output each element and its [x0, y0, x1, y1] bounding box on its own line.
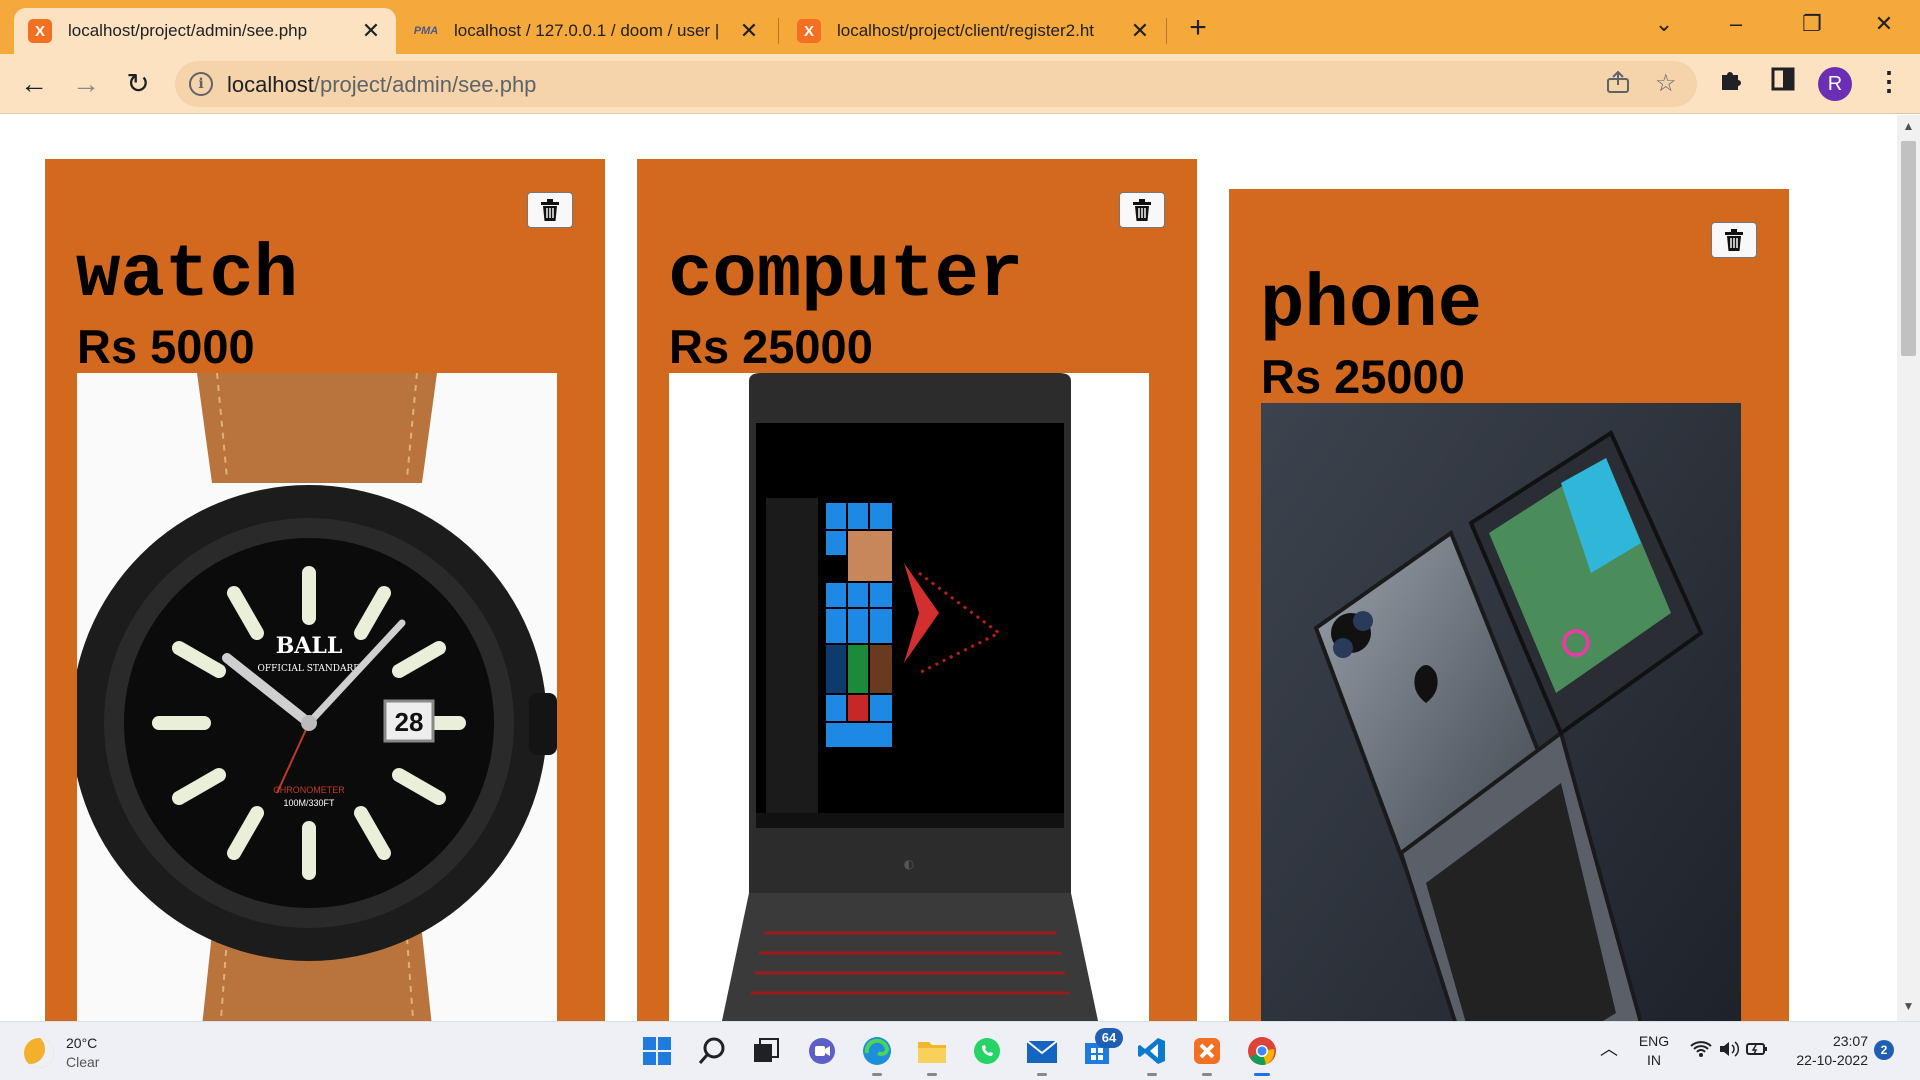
system-clock[interactable]: 23:07 22-10-2022: [1790, 1032, 1868, 1070]
watch-chronometer-text: CHRONOMETER: [273, 785, 345, 795]
page-viewport: watch Rs 5000 BALL OFFICIAL STANDARD 28 …: [0, 115, 1897, 1021]
mail-icon[interactable]: [1025, 1034, 1059, 1076]
browser-toolbar: ← → ↻ i localhost/project/admin/see.php …: [0, 54, 1920, 114]
bookmark-star-icon[interactable]: ☆: [1655, 69, 1677, 98]
trash-icon: [1133, 199, 1151, 221]
clock-time: 23:07: [1832, 1033, 1868, 1049]
xampp-icon[interactable]: [1190, 1034, 1224, 1076]
windows-taskbar: 20°C Clear 64 ︿ ENG IN 23:07 22-10-2022 …: [0, 1021, 1920, 1080]
clock-date: 22-10-2022: [1796, 1052, 1868, 1068]
tab-see-php[interactable]: X localhost/project/admin/see.php ✕: [14, 8, 396, 54]
product-price: Rs 25000: [1261, 350, 1465, 403]
language-code: ENG: [1638, 1033, 1670, 1049]
store-notification-badge: 64: [1095, 1028, 1123, 1048]
tab-phpmyadmin[interactable]: PMA localhost / 127.0.0.1 / doom / user …: [400, 8, 774, 54]
product-card: watch Rs 5000 BALL OFFICIAL STANDARD 28 …: [45, 159, 605, 1021]
restore-icon[interactable]: ❐: [1792, 6, 1832, 42]
share-icon[interactable]: [1605, 69, 1631, 102]
product-name: watch: [76, 234, 299, 318]
scroll-up-icon[interactable]: ▲: [1897, 119, 1920, 139]
scroll-down-icon[interactable]: ▼: [1897, 999, 1920, 1019]
trash-icon: [541, 199, 559, 221]
svg-text:◐: ◐: [904, 857, 914, 871]
search-icon[interactable]: [695, 1034, 729, 1068]
back-icon[interactable]: ←: [14, 64, 54, 104]
extensions-icon[interactable]: [1718, 66, 1744, 99]
tab-title: localhost / 127.0.0.1 / doom / user |: [454, 21, 720, 40]
address-bar[interactable]: i localhost/project/admin/see.php ☆: [175, 61, 1697, 107]
whatsapp-icon[interactable]: [970, 1034, 1004, 1068]
wifi-icon[interactable]: [1690, 1040, 1712, 1063]
close-window-icon[interactable]: ✕: [1864, 6, 1904, 42]
scrollbar-thumb[interactable]: [1901, 141, 1916, 356]
show-hidden-icons[interactable]: ︿: [1600, 1040, 1618, 1059]
site-info-icon[interactable]: i: [189, 72, 213, 96]
close-tab-icon[interactable]: ✕: [360, 18, 382, 44]
close-tab-icon[interactable]: ✕: [738, 18, 760, 44]
product-card: computer Rs 25000 ◐: [637, 159, 1197, 1021]
tab-separator: [1166, 18, 1167, 44]
tab-title: localhost/project/client/register2.ht: [837, 21, 1095, 40]
tab-title: localhost/project/admin/see.php: [68, 21, 308, 40]
vscode-icon[interactable]: [1135, 1034, 1169, 1076]
trash-icon: [1725, 229, 1743, 251]
watch-date-text: 28: [395, 707, 424, 737]
minimize-icon[interactable]: –: [1716, 6, 1756, 42]
page-scrollbar[interactable]: ▲ ▼: [1897, 115, 1920, 1021]
tab-strip: X localhost/project/admin/see.php ✕ PMA …: [0, 0, 1920, 54]
new-tab-button[interactable]: +: [1180, 8, 1216, 48]
profile-avatar[interactable]: R: [1818, 67, 1852, 101]
notification-badge[interactable]: 2: [1874, 1040, 1894, 1060]
watch-brand-text: BALL: [276, 633, 343, 659]
phpmyadmin-favicon-icon: PMA: [413, 25, 439, 37]
close-tab-icon[interactable]: ✕: [1129, 18, 1151, 44]
running-indicator: [1147, 1073, 1157, 1076]
url-host: localhost: [227, 72, 314, 97]
product-image-watch: BALL OFFICIAL STANDARD 28 CHRONOMETER 10…: [77, 373, 557, 1021]
delete-button[interactable]: [527, 192, 573, 228]
moon-icon: [24, 1038, 54, 1068]
start-icon[interactable]: [640, 1034, 674, 1068]
running-indicator: [1037, 1073, 1047, 1076]
weather-desc: Clear: [66, 1054, 100, 1070]
forward-icon[interactable]: →: [66, 64, 106, 104]
region-code: IN: [1647, 1052, 1661, 1068]
product-image-computer: ◐: [669, 373, 1149, 1021]
running-indicator: [1202, 1073, 1212, 1076]
battery-icon[interactable]: [1746, 1040, 1768, 1063]
tab-register2[interactable]: X localhost/project/client/register2.ht …: [783, 8, 1165, 54]
chrome-icon[interactable]: [1245, 1034, 1279, 1076]
product-card: phone Rs 25000: [1229, 189, 1789, 1021]
xampp-favicon-icon: X: [28, 19, 52, 43]
reload-icon[interactable]: ↻: [118, 64, 158, 104]
volume-icon[interactable]: [1718, 1040, 1740, 1063]
tab-separator: [778, 18, 779, 44]
address-url[interactable]: localhost/project/admin/see.php: [227, 72, 536, 98]
delete-button[interactable]: [1119, 192, 1165, 228]
weather-widget[interactable]: 20°C Clear: [24, 1034, 99, 1072]
tab-search-icon[interactable]: ⌄: [1644, 6, 1684, 42]
edge-browser-icon[interactable]: [860, 1034, 894, 1076]
delete-button[interactable]: [1711, 222, 1757, 258]
file-explorer-icon[interactable]: [915, 1034, 949, 1076]
running-indicator: [927, 1073, 937, 1076]
browser-menu-icon[interactable]: ⋮: [1876, 66, 1902, 97]
xampp-favicon-icon: X: [797, 19, 821, 43]
running-indicator: [872, 1073, 882, 1076]
product-price: Rs 25000: [669, 320, 873, 373]
product-image-phone: [1261, 403, 1741, 1021]
product-name: computer: [668, 234, 1024, 318]
task-view-icon[interactable]: [749, 1034, 783, 1068]
teams-chat-icon[interactable]: [805, 1034, 839, 1068]
url-path: /project/admin/see.php: [313, 72, 537, 97]
language-indicator[interactable]: ENG IN: [1636, 1032, 1672, 1070]
weather-temp: 20°C: [66, 1035, 98, 1051]
side-panel-icon[interactable]: [1770, 66, 1796, 99]
watch-depth-text: 100M/330FT: [283, 798, 335, 808]
product-price: Rs 5000: [77, 320, 255, 373]
running-indicator-active: [1254, 1073, 1270, 1076]
product-name: phone: [1260, 264, 1483, 348]
watch-brand-sub-text: OFFICIAL STANDARD: [258, 664, 361, 674]
